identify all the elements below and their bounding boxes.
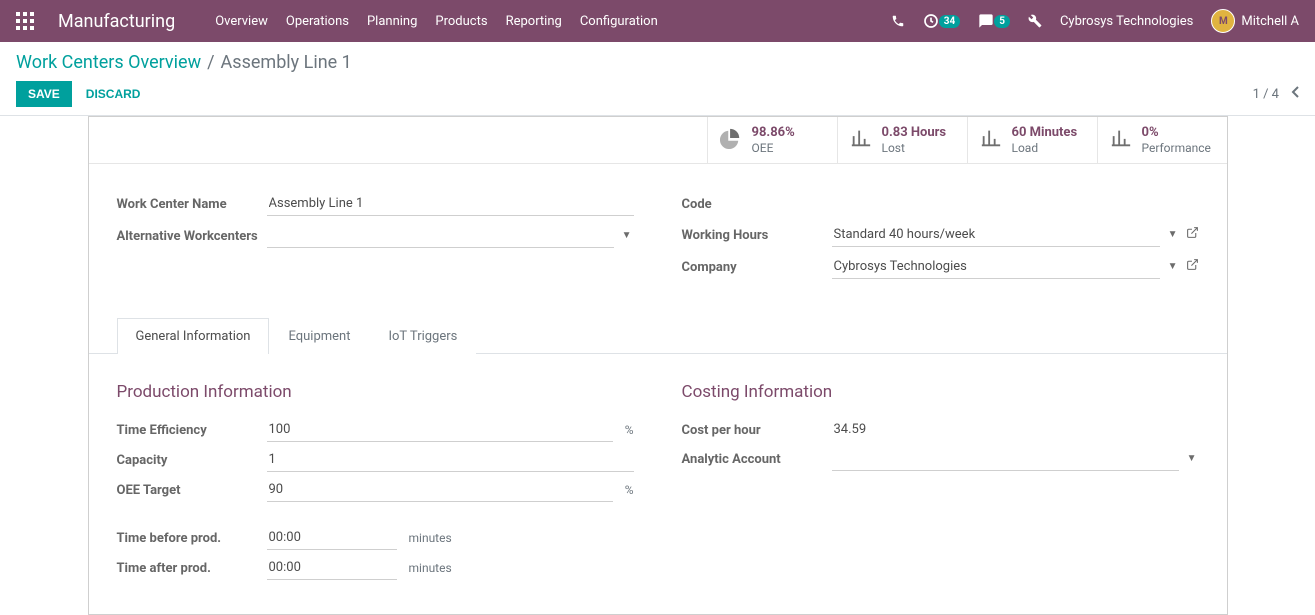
- percent-unit: %: [625, 483, 634, 497]
- analytic-account-label: Analytic Account: [682, 447, 832, 469]
- debug-icon[interactable]: [1028, 14, 1042, 28]
- save-button[interactable]: Save: [16, 81, 72, 107]
- stat-oee-button[interactable]: 98.86%OEE: [707, 117, 837, 163]
- stat-performance-value: 0%: [1142, 125, 1211, 141]
- stat-performance-button[interactable]: 0%Performance: [1097, 117, 1227, 163]
- user-name: Mitchell A: [1241, 14, 1299, 29]
- oee-target-label: OEE Target: [117, 478, 267, 500]
- working-hours-input[interactable]: [832, 223, 1160, 247]
- menu-overview[interactable]: Overview: [215, 14, 268, 29]
- work-center-name-label: Work Center Name: [117, 192, 267, 214]
- tab-iot[interactable]: IoT Triggers: [369, 318, 476, 354]
- control-panel: Work Centers Overview / Assembly Line 1 …: [0, 42, 1315, 116]
- cost-per-hour-input[interactable]: [832, 418, 1199, 441]
- stat-load-label: Load: [1012, 141, 1078, 155]
- working-hours-label: Working Hours: [682, 223, 832, 245]
- activities-badge: 34: [939, 15, 960, 28]
- time-before-input[interactable]: [267, 526, 397, 550]
- phone-icon[interactable]: [891, 14, 905, 28]
- cost-per-hour-label: Cost per hour: [682, 418, 832, 440]
- stat-lost-value: 0.83 Hours: [882, 125, 947, 141]
- apps-icon[interactable]: [16, 12, 34, 30]
- menu-operations[interactable]: Operations: [286, 14, 349, 29]
- time-after-label: Time after prod.: [117, 556, 267, 578]
- bar-chart-icon: [980, 127, 1002, 153]
- company-label: Company: [682, 255, 832, 277]
- time-after-input[interactable]: [267, 556, 397, 580]
- alt-workcenters-input[interactable]: [267, 224, 614, 248]
- company-input[interactable]: [832, 255, 1160, 279]
- form-sheet: 98.86%OEE 0.83 HoursLost 60 MinutesLoad …: [88, 116, 1228, 615]
- chevron-down-icon[interactable]: ▼: [1166, 229, 1180, 240]
- external-link-icon[interactable]: [1186, 258, 1199, 275]
- menu-configuration[interactable]: Configuration: [580, 14, 658, 29]
- code-label: Code: [682, 192, 832, 214]
- pager-prev-icon[interactable]: [1291, 86, 1299, 102]
- activities-icon[interactable]: 34: [923, 13, 960, 29]
- capacity-label: Capacity: [117, 448, 267, 470]
- analytic-account-input[interactable]: [832, 447, 1179, 471]
- external-link-icon[interactable]: [1186, 226, 1199, 243]
- chevron-down-icon[interactable]: ▼: [620, 230, 634, 241]
- messages-icon[interactable]: 5: [978, 13, 1010, 29]
- production-info-title: Production Information: [117, 382, 634, 402]
- menu-reporting[interactable]: Reporting: [506, 14, 562, 29]
- pager: 1 / 4: [1253, 86, 1299, 102]
- pager-value[interactable]: 1 / 4: [1253, 87, 1279, 102]
- bar-chart-icon: [850, 127, 872, 153]
- bar-chart-icon: [1110, 127, 1132, 153]
- time-before-label: Time before prod.: [117, 526, 267, 548]
- breadcrumb-parent[interactable]: Work Centers Overview: [16, 52, 201, 73]
- discard-button[interactable]: Discard: [86, 87, 141, 101]
- stat-oee-value: 98.86%: [752, 125, 795, 141]
- breadcrumb-separator: /: [207, 52, 214, 73]
- main-navbar: Manufacturing Overview Operations Planni…: [0, 0, 1315, 42]
- tab-equipment[interactable]: Equipment: [269, 318, 369, 354]
- tab-general[interactable]: General Information: [117, 318, 270, 354]
- user-menu[interactable]: M Mitchell A: [1211, 9, 1299, 33]
- chevron-down-icon[interactable]: ▼: [1185, 453, 1199, 464]
- button-box: 98.86%OEE 0.83 HoursLost 60 MinutesLoad …: [89, 117, 1227, 164]
- percent-unit: %: [625, 423, 634, 437]
- time-efficiency-input[interactable]: [267, 418, 613, 442]
- capacity-input[interactable]: [267, 448, 634, 472]
- company-switcher[interactable]: Cybrosys Technologies: [1060, 14, 1193, 29]
- avatar-icon: M: [1211, 9, 1235, 33]
- main-menu: Overview Operations Planning Products Re…: [215, 14, 658, 29]
- stat-load-value: 60 Minutes: [1012, 125, 1078, 141]
- costing-info-title: Costing Information: [682, 382, 1199, 402]
- breadcrumb-current: Assembly Line 1: [221, 52, 352, 73]
- stat-performance-label: Performance: [1142, 141, 1211, 155]
- tabs: General Information Equipment IoT Trigge…: [89, 317, 1227, 354]
- chevron-down-icon[interactable]: ▼: [1166, 261, 1180, 272]
- minutes-unit: minutes: [409, 531, 452, 545]
- minutes-unit: minutes: [409, 561, 452, 575]
- menu-products[interactable]: Products: [435, 14, 487, 29]
- stat-lost-label: Lost: [882, 141, 947, 155]
- stat-oee-label: OEE: [752, 141, 795, 155]
- pie-chart-icon: [720, 127, 742, 153]
- menu-planning[interactable]: Planning: [367, 14, 417, 29]
- breadcrumb: Work Centers Overview / Assembly Line 1: [16, 52, 1299, 73]
- time-efficiency-label: Time Efficiency: [117, 418, 267, 440]
- oee-target-input[interactable]: [267, 478, 613, 502]
- app-brand[interactable]: Manufacturing: [58, 11, 175, 32]
- messages-badge: 5: [994, 15, 1010, 28]
- stat-load-button[interactable]: 60 MinutesLoad: [967, 117, 1097, 163]
- code-input[interactable]: [832, 192, 1199, 215]
- alt-workcenters-label: Alternative Workcenters: [117, 224, 267, 246]
- stat-lost-button[interactable]: 0.83 HoursLost: [837, 117, 967, 163]
- work-center-name-input[interactable]: [267, 192, 634, 216]
